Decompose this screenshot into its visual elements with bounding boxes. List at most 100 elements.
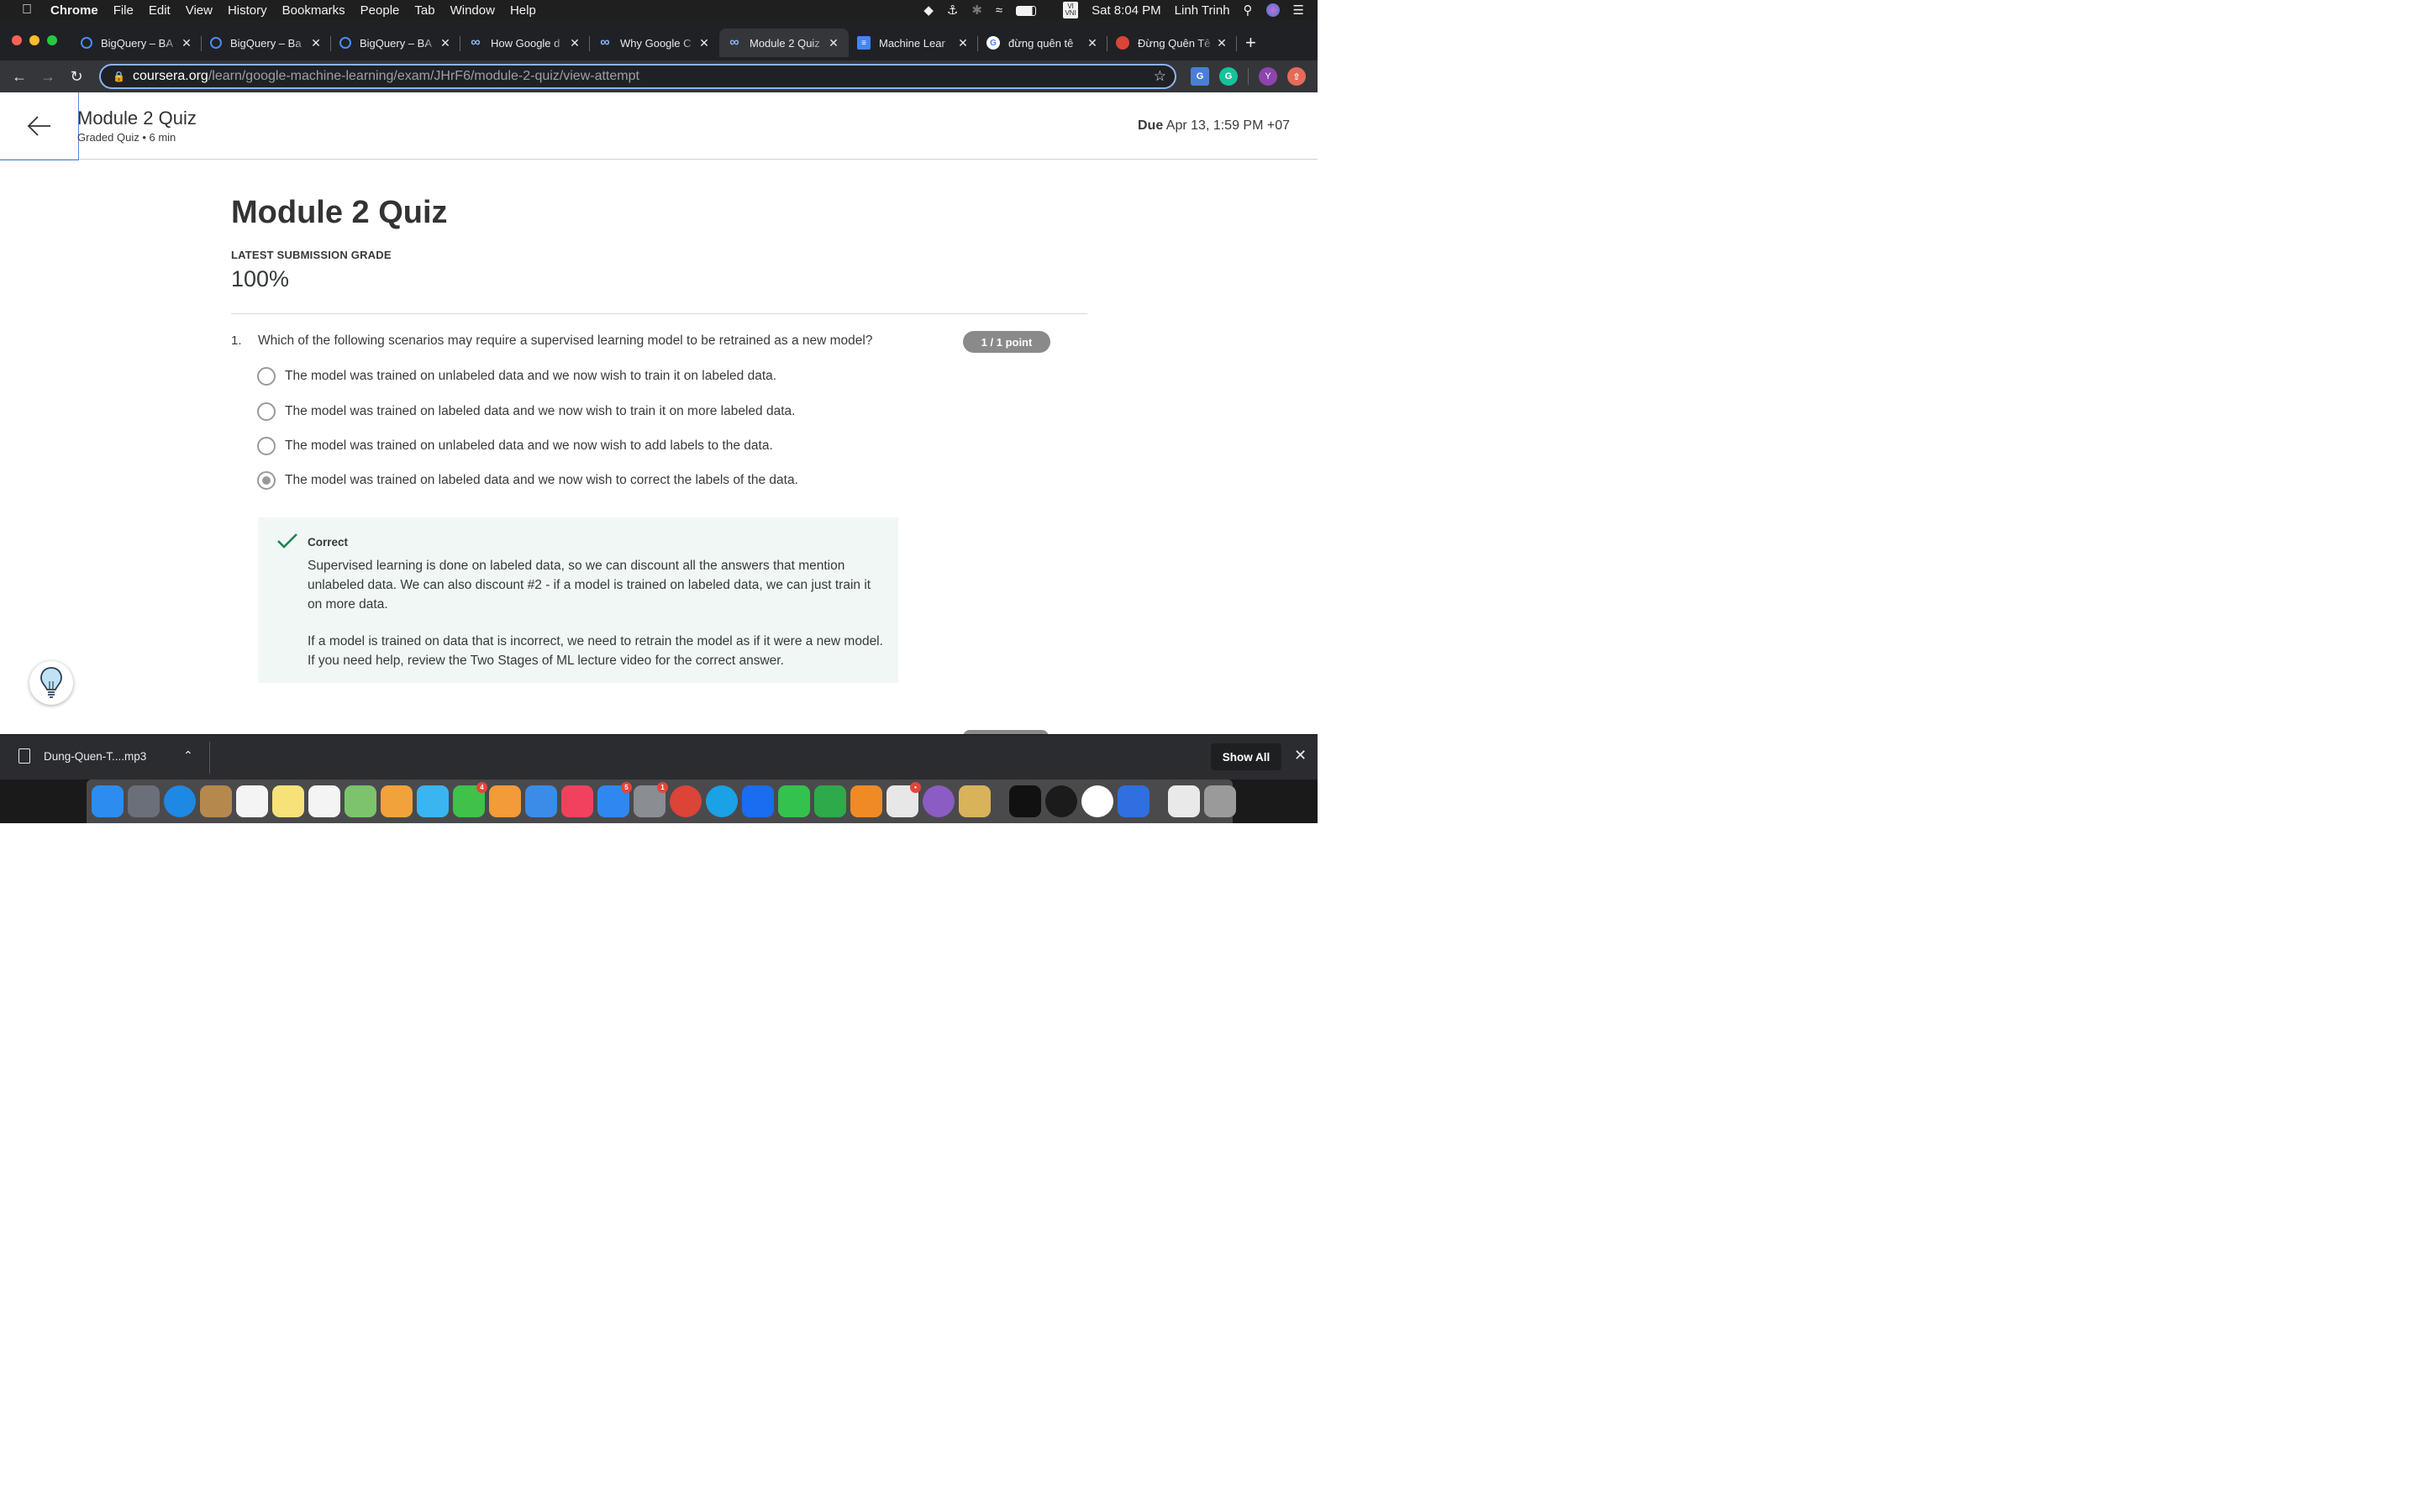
- jira-icon[interactable]: [1118, 785, 1150, 817]
- notes-icon[interactable]: [272, 785, 304, 817]
- bluetooth-icon[interactable]: ✱: [971, 3, 982, 18]
- finder-icon[interactable]: [92, 785, 124, 817]
- menubar-clock[interactable]: Sat 8:04 PM: [1092, 3, 1161, 18]
- tab-active[interactable]: ∞ Module 2 Quiz ✕: [719, 29, 849, 57]
- app-store-icon[interactable]: 5: [597, 782, 632, 817]
- radio-button[interactable]: [257, 402, 276, 421]
- messages-icon[interactable]: [417, 785, 449, 817]
- menu-file[interactable]: File: [113, 3, 134, 18]
- apple-menu-icon[interactable]: : [18, 3, 35, 18]
- chrome-icon[interactable]: [670, 785, 702, 817]
- git-status-icon[interactable]: ◆: [923, 3, 934, 18]
- facetime-icon[interactable]: 4: [453, 782, 487, 817]
- battery-icon[interactable]: [1016, 3, 1050, 18]
- input-source-indicator[interactable]: VI VNI: [1063, 2, 1079, 18]
- spotlight-search-icon[interactable]: ⚲: [1244, 3, 1253, 18]
- profile-avatar[interactable]: Y: [1259, 67, 1277, 86]
- radio-button[interactable]: [257, 437, 276, 455]
- zalo-icon[interactable]: [742, 785, 774, 817]
- close-tab-icon[interactable]: ✕: [1215, 36, 1228, 50]
- activity-monitor-icon[interactable]: [1045, 785, 1077, 817]
- close-tab-icon[interactable]: ✕: [180, 36, 193, 50]
- zoom-window-button[interactable]: [47, 35, 57, 45]
- answer-option[interactable]: The model was trained on labeled data an…: [257, 402, 795, 421]
- menu-view[interactable]: View: [186, 3, 213, 18]
- menu-help[interactable]: Help: [510, 3, 536, 18]
- tab-separator: [1236, 36, 1237, 51]
- navicat-icon[interactable]: [814, 785, 846, 817]
- pages-icon[interactable]: [489, 785, 521, 817]
- close-tab-icon[interactable]: ✕: [309, 36, 323, 50]
- menu-tab[interactable]: Tab: [414, 3, 434, 18]
- contacts-icon[interactable]: [200, 785, 232, 817]
- archive-utility-icon[interactable]: [959, 785, 991, 817]
- answer-option[interactable]: The model was trained on unlabeled data …: [257, 437, 773, 455]
- show-all-button[interactable]: Show All: [1211, 743, 1281, 770]
- menu-people[interactable]: People: [360, 3, 400, 18]
- docker-icon[interactable]: ⚓: [947, 3, 958, 18]
- close-tab-icon[interactable]: ✕: [697, 36, 711, 50]
- bookmark-star-icon[interactable]: ☆: [1154, 68, 1166, 85]
- radio-button[interactable]: [257, 367, 276, 386]
- grammarly-extension-icon[interactable]: G: [1219, 67, 1238, 86]
- menu-bookmarks[interactable]: Bookmarks: [282, 3, 345, 18]
- close-tab-icon[interactable]: ✕: [439, 36, 452, 50]
- slack-icon[interactable]: •: [886, 782, 921, 817]
- forward-arrow-icon[interactable]: →: [34, 68, 62, 86]
- safari-icon[interactable]: [164, 785, 196, 817]
- trash-icon[interactable]: [1204, 785, 1236, 817]
- menu-history[interactable]: History: [228, 3, 267, 18]
- python-file-icon[interactable]: [1168, 785, 1200, 817]
- close-tab-icon[interactable]: ✕: [568, 36, 581, 50]
- reminders-icon[interactable]: [308, 785, 340, 817]
- close-tab-icon[interactable]: ✕: [827, 36, 840, 50]
- tab[interactable]: BigQuery – Ba ✕: [202, 29, 331, 57]
- google-translate-extension-icon[interactable]: G: [1191, 67, 1209, 86]
- minimize-window-button[interactable]: [29, 35, 39, 45]
- close-tab-icon[interactable]: ✕: [1086, 36, 1099, 50]
- menubar-user-name[interactable]: Linh Trinh: [1175, 3, 1230, 18]
- github-desktop-icon[interactable]: [923, 785, 955, 817]
- tab[interactable]: BigQuery – BA ✕: [331, 29, 460, 57]
- wifi-icon[interactable]: ≈: [996, 3, 1002, 18]
- menu-edit[interactable]: Edit: [149, 3, 171, 18]
- address-bar[interactable]: 🔒 coursera.org/learn/google-machine-lear…: [99, 64, 1176, 89]
- tab[interactable]: ∞ How Google d ✕: [460, 29, 590, 57]
- update-indicator-icon[interactable]: ⇧: [1287, 67, 1306, 86]
- answer-option[interactable]: The model was trained on unlabeled data …: [257, 367, 776, 386]
- chevron-up-icon[interactable]: ⌃: [183, 748, 193, 763]
- calendar-icon[interactable]: [236, 785, 268, 817]
- photos-icon[interactable]: [381, 785, 413, 817]
- reload-icon[interactable]: ↻: [62, 68, 91, 86]
- menu-window[interactable]: Window: [450, 3, 495, 18]
- notification-center-icon[interactable]: ☰: [1293, 3, 1304, 18]
- maps-icon[interactable]: [345, 785, 376, 817]
- system-preferences-icon[interactable]: 1: [634, 782, 668, 817]
- close-icon[interactable]: ✕: [1294, 747, 1307, 764]
- mongodb-compass-icon[interactable]: [1081, 785, 1113, 817]
- new-tab-plus-icon[interactable]: +: [1245, 29, 1256, 59]
- close-window-button[interactable]: [12, 35, 22, 45]
- lock-icon[interactable]: 🔒: [113, 71, 125, 82]
- radio-button-selected[interactable]: [257, 471, 276, 490]
- close-tab-icon[interactable]: ✕: [956, 36, 970, 50]
- back-arrow-icon[interactable]: ←: [5, 68, 34, 86]
- back-button[interactable]: [0, 92, 79, 160]
- tab[interactable]: BigQuery – BA ✕: [72, 29, 202, 57]
- tab[interactable]: ≡ Machine Lear ✕: [849, 29, 978, 57]
- keynote-icon[interactable]: [525, 785, 557, 817]
- music-icon[interactable]: [561, 785, 593, 817]
- skype-icon[interactable]: [706, 785, 738, 817]
- lightbulb-help-button[interactable]: [29, 661, 73, 705]
- siri-icon[interactable]: [1265, 3, 1280, 17]
- terminal-icon[interactable]: [1009, 785, 1041, 817]
- tab[interactable]: Đừng Quên Tê ✕: [1107, 29, 1237, 57]
- tab[interactable]: ∞ Why Google C ✕: [590, 29, 719, 57]
- tab[interactable]: Gđừng quên tê ✕: [978, 29, 1107, 57]
- download-item[interactable]: Dung-Quen-T....mp3: [18, 748, 146, 764]
- menu-app-name[interactable]: Chrome: [50, 3, 98, 18]
- sublime-text-icon[interactable]: [850, 785, 882, 817]
- answer-option-selected[interactable]: The model was trained on labeled data an…: [257, 471, 798, 490]
- launchpad-icon[interactable]: [128, 785, 160, 817]
- line-icon[interactable]: [778, 785, 810, 817]
